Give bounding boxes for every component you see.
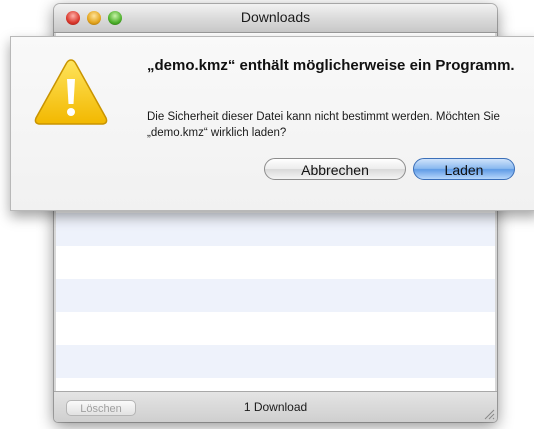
title-bar[interactable]: Downloads: [54, 4, 497, 33]
alert-sheet: „demo.kmz“ enthält möglicherweise ein Pr…: [10, 36, 534, 211]
alert-message: Die Sicherheit dieser Datei kann nicht b…: [147, 111, 500, 139]
list-row: [56, 345, 495, 378]
alert-headline: „demo.kmz“ enthält möglicherweise ein Pr…: [147, 57, 515, 74]
list-row: [56, 279, 495, 312]
resize-grip-icon[interactable]: [483, 408, 495, 420]
download-count: 1 Download: [243, 400, 308, 414]
status-bar: Löschen 1 Download: [54, 391, 497, 422]
window-title: Downloads: [240, 9, 311, 25]
warning-icon: [34, 59, 108, 125]
cancel-button[interactable]: Abbrechen: [264, 158, 406, 180]
load-button[interactable]: Laden: [413, 158, 515, 180]
list-row: [56, 213, 495, 246]
